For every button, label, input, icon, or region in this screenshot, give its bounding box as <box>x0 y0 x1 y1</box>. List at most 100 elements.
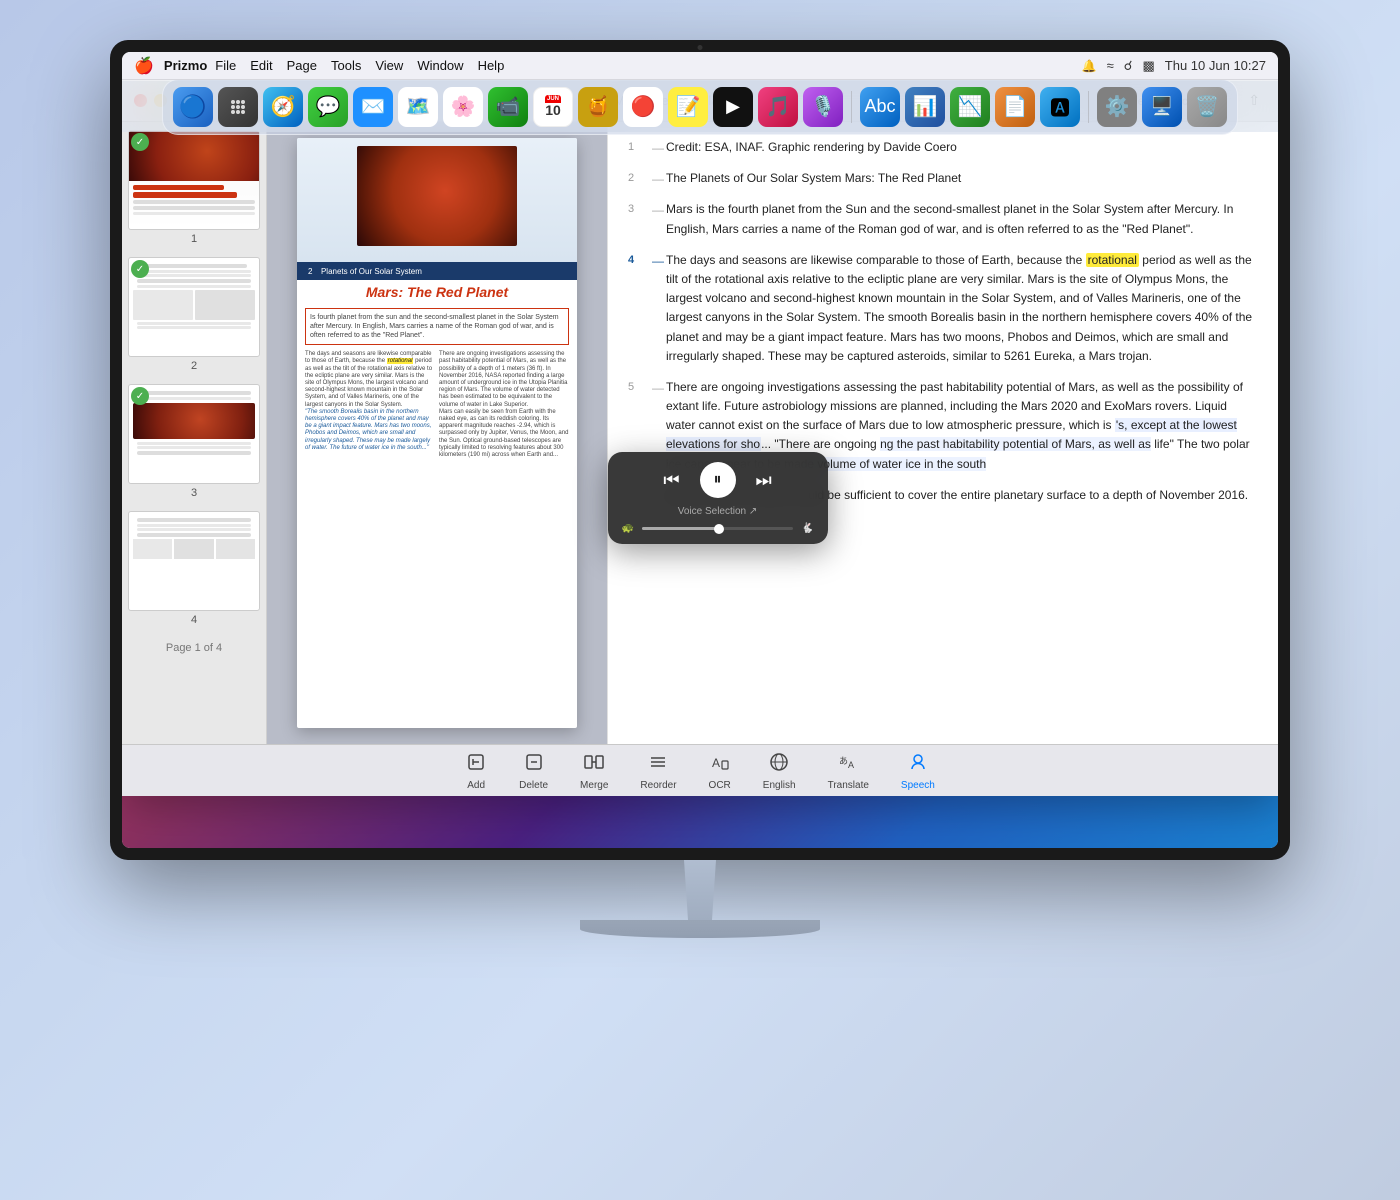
thumbnail-4 <box>128 511 260 611</box>
search-icon[interactable]: ☌ <box>1124 58 1133 74</box>
add-icon <box>465 751 487 778</box>
dock: 🔵 🧭 💬 <box>122 80 1278 132</box>
voice-highlighted-text-3: e volume of water ice in the south <box>807 457 986 471</box>
menu-tools[interactable]: Tools <box>331 58 361 73</box>
dock-photos[interactable]: 🌸 <box>443 87 483 127</box>
dock-settings[interactable]: ⚙️ <box>1097 87 1137 127</box>
toolbar-reorder[interactable]: Reorder <box>634 747 682 795</box>
dock-screentime[interactable]: 🖥️ <box>1142 87 1182 127</box>
appstore-icon: 🅰 <box>1050 92 1070 121</box>
line-number-2: 2 <box>628 169 646 188</box>
monitor-screen: 🍎 Prizmo File Edit Page Tools View Windo… <box>122 52 1278 848</box>
dock-divider-1 <box>851 91 852 123</box>
line-content-3: Mars is the fourth planet from the Sun a… <box>666 200 1258 238</box>
dock-reminders[interactable]: 🔴 <box>623 87 663 127</box>
appletv-icon: ▶ <box>726 96 740 117</box>
window-body: ✓ 1 <box>122 122 1278 744</box>
dock-launchpad[interactable] <box>218 87 258 127</box>
dock-pages[interactable]: 📄 <box>995 87 1035 127</box>
delete-icon <box>523 751 545 778</box>
toolbar-add[interactable]: Add <box>459 747 493 795</box>
honey-icon: 🍯 <box>586 94 611 119</box>
merge-label: Merge <box>580 780 608 791</box>
speech-label: Speech <box>901 780 935 791</box>
menu-help[interactable]: Help <box>478 58 505 73</box>
menu-window[interactable]: Window <box>417 58 463 73</box>
voice-speed-fill <box>642 527 718 530</box>
menu-view[interactable]: View <box>375 58 403 73</box>
dock-safari[interactable]: 🧭 <box>263 87 303 127</box>
dock-messages[interactable]: 💬 <box>308 87 348 127</box>
dock-divider-2 <box>1088 91 1089 123</box>
dock-notes[interactable]: 📝 <box>668 87 708 127</box>
apple-menu-icon[interactable]: 🍎 <box>134 56 154 76</box>
screentime-icon: 🖥️ <box>1151 96 1173 117</box>
app-name[interactable]: Prizmo <box>164 58 207 73</box>
dock-keynote[interactable]: 📊 <box>905 87 945 127</box>
user-icon[interactable]: ▩ <box>1143 58 1155 74</box>
thumbnail-2: ✓ <box>128 257 260 357</box>
toolbar-merge[interactable]: Merge <box>574 747 614 795</box>
finder-icon: 🔵 <box>179 94 206 120</box>
line-4-before: The days and seasons are likewise compar… <box>666 253 1086 267</box>
page-document: 2 Planets of Our Solar System Mars: The … <box>297 138 577 728</box>
thumbnail-label-2: 2 <box>128 360 260 372</box>
sidebar-page-2[interactable]: ✓ <box>128 257 260 372</box>
sidebar-page-count: Page 1 of 4 <box>128 638 260 658</box>
dock-prizmo[interactable]: Abc <box>860 87 900 127</box>
dock-numbers[interactable]: 📉 <box>950 87 990 127</box>
page-doc-header: 2 Planets of Our Solar System <box>297 262 577 280</box>
notification-icon[interactable]: 🔔 <box>1082 59 1097 73</box>
thumbnail-label-3: 3 <box>128 487 260 499</box>
line-4-highlight: rotational <box>1086 253 1139 267</box>
menu-file[interactable]: File <box>215 58 236 73</box>
camera-dot <box>698 45 703 50</box>
main-content: 2 Planets of Our Solar System Mars: The … <box>267 122 1278 744</box>
voice-speed-track[interactable] <box>642 527 793 530</box>
toolbar-delete[interactable]: Delete <box>513 747 554 795</box>
messages-icon: 💬 <box>316 94 341 119</box>
dock-appstore[interactable]: 🅰 <box>1040 87 1080 127</box>
dock-music[interactable]: 🎵 <box>758 87 798 127</box>
toolbar-ocr[interactable]: A OCR <box>703 747 737 795</box>
menu-page[interactable]: Page <box>287 58 317 73</box>
dock-facetime[interactable]: 📹 <box>488 87 528 127</box>
app-window: + ⌄ — Mars The Red Planet Prepare Recogn… <box>122 80 1278 796</box>
ocr-icon: A <box>709 751 731 778</box>
monitor-stand-neck <box>660 860 740 920</box>
speech-icon <box>907 751 929 778</box>
dock-honey[interactable]: 🍯 <box>578 87 618 127</box>
thumbnail-3: ✓ <box>128 384 260 484</box>
dock-calendar[interactable]: JUN 10 <box>533 87 573 127</box>
toolbar-english[interactable]: English <box>757 747 802 795</box>
merge-icon <box>583 751 605 778</box>
dock-finder[interactable]: 🔵 <box>173 87 213 127</box>
translate-label: Translate <box>828 780 869 791</box>
voice-speed-fast-icon: 🐇 <box>801 523 813 534</box>
dock-maps[interactable]: 🗺️ <box>398 87 438 127</box>
dock-trash[interactable]: 🗑️ <box>1187 87 1227 127</box>
line-number-1: 1 <box>628 138 646 157</box>
toolbar-translate[interactable]: あA Translate <box>822 747 875 795</box>
voice-pause-button[interactable]: ⏸ <box>700 462 736 498</box>
dock-appletv[interactable]: ▶ <box>713 87 753 127</box>
voice-speed-thumb[interactable] <box>714 524 724 534</box>
voice-next-button[interactable]: ⏭ <box>756 470 772 491</box>
settings-icon: ⚙️ <box>1105 94 1130 119</box>
dock-podcasts[interactable]: 🎙️ <box>803 87 843 127</box>
photos-icon: 🌸 <box>451 94 476 119</box>
monitor: 🍎 Prizmo File Edit Page Tools View Windo… <box>110 40 1290 860</box>
menu-edit[interactable]: Edit <box>250 58 272 73</box>
pause-icon: ⏸ <box>714 471 722 489</box>
voice-prev-button[interactable]: ⏮ <box>663 470 679 491</box>
voice-label[interactable]: Voice Selection ↗ <box>622 506 814 517</box>
toolbar-speech[interactable]: Speech <box>895 747 941 795</box>
sidebar-page-1[interactable]: ✓ 1 <box>128 130 260 245</box>
numbers-icon: 📉 <box>958 94 983 119</box>
sidebar-page-3[interactable]: ✓ 3 <box>128 384 260 499</box>
sidebar-page-4[interactable]: 4 <box>128 511 260 626</box>
page-title-text: Planets of Our Solar System <box>321 267 422 276</box>
dock-mail[interactable]: ✉️ <box>353 87 393 127</box>
page-doc-top <box>297 138 577 262</box>
monitor-stand-base <box>580 920 820 938</box>
